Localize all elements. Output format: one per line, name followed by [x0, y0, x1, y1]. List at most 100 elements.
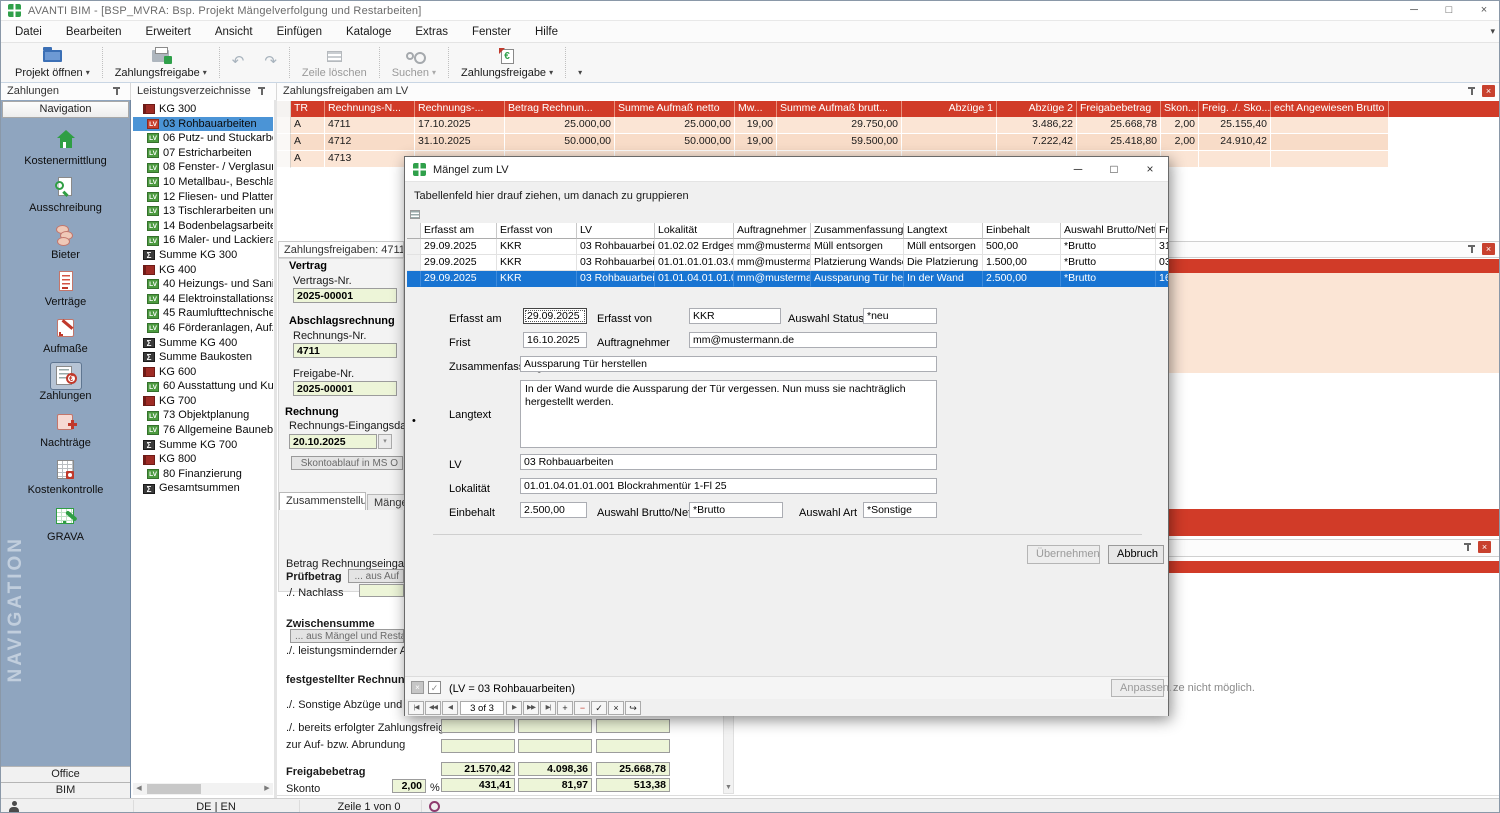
tree-item[interactable]: LV 46 Förderanlagen, Aufzugsa — [133, 321, 273, 336]
langtext-field[interactable]: In der Wand wurde die Aussparung der Tür… — [520, 380, 937, 448]
skonto-percent-field[interactable] — [392, 779, 426, 793]
scroll-down-icon[interactable]: ▼ — [724, 782, 733, 793]
pin-icon[interactable] — [257, 86, 266, 96]
tree-item[interactable]: KG 600 — [133, 365, 273, 380]
prev-page-button[interactable]: ◀◀ — [425, 701, 441, 715]
filter-checkbox[interactable]: ✓ — [428, 681, 441, 694]
tree-item[interactable]: Σ Gesamtsummen — [133, 481, 273, 496]
table-row[interactable]: A471117.10.202525.000,0025.000,0019,0029… — [277, 117, 1500, 134]
tree-item[interactable]: Σ Summe KG 400 — [133, 336, 273, 351]
project-open-button[interactable]: Projekt öffnen▾ — [5, 43, 100, 82]
nachlass-field[interactable] — [359, 584, 404, 597]
dialog-close-button[interactable]: × — [1132, 157, 1168, 182]
tree-item[interactable]: LV 06 Putz- und Stuckarbeiten, — [133, 131, 273, 146]
scroll-left-icon[interactable]: ◀ — [133, 783, 145, 795]
pin-icon[interactable] — [1467, 86, 1476, 96]
column-header[interactable]: Abzüge 2 — [997, 101, 1077, 117]
anpassen-button[interactable]: Anpassen... — [1111, 679, 1164, 697]
bereits-value-3[interactable] — [596, 719, 670, 733]
column-header[interactable]: Auftragnehmer — [734, 223, 811, 239]
toolbar-options-button[interactable]: ▾ — [568, 43, 592, 82]
auswahl-art-field[interactable] — [863, 502, 937, 518]
sidebar-item[interactable]: Kostenermittlung — [1, 124, 130, 171]
einbehalt-field[interactable] — [520, 502, 587, 518]
restore-button[interactable]: □ — [1432, 1, 1466, 21]
column-header[interactable]: Freigabebetrag — [1077, 101, 1161, 117]
grid-handle-icon[interactable] — [410, 210, 420, 219]
sidebar-item[interactable]: Nachträge — [1, 406, 130, 453]
pin-icon[interactable] — [112, 86, 121, 96]
tree-item[interactable]: LV 08 Fenster- / Verglasungs- / — [133, 160, 273, 175]
skontoablauf-button[interactable]: Skontoablauf in MS O — [291, 456, 403, 470]
erfasst-von-field[interactable] — [689, 308, 781, 324]
tree-item[interactable]: LV 13 Tischlerarbeiten und Inn — [133, 204, 273, 219]
panel-caption-leistungsverzeichnisse[interactable]: Leistungsverzeichnisse — [131, 83, 277, 100]
column-header[interactable] — [407, 223, 421, 239]
tree-item[interactable]: Σ Summe KG 700 — [133, 438, 273, 453]
sidebar-item[interactable]: Ausschreibung — [1, 171, 130, 218]
column-header[interactable]: LV — [577, 223, 655, 239]
table-row[interactable]: 29.09.2025KKR03 Rohbauarbeiter01.02.02 E… — [407, 239, 1168, 255]
refresh-button[interactable]: ↪ — [625, 701, 641, 715]
tree-item[interactable]: LV 44 Elektroinstallationsarbeit — [133, 292, 273, 307]
menu-einfuegen[interactable]: Einfügen — [277, 26, 322, 38]
lokalitaet-field[interactable] — [520, 478, 937, 494]
table-row[interactable]: 29.09.2025KKR03 Rohbauarbeiter01.01.04.0… — [407, 271, 1168, 287]
delete-row-button[interactable]: Zeile löschen — [292, 43, 377, 82]
column-header[interactable]: Abzüge 1 — [902, 101, 997, 117]
tree-item[interactable]: KG 700 — [133, 394, 273, 409]
column-header[interactable]: Langtext — [904, 223, 983, 239]
column-header[interactable]: Freig. ./. Sko... — [1199, 101, 1271, 117]
column-header[interactable]: TR — [291, 101, 325, 117]
tree-item[interactable]: Σ Summe Baukosten — [133, 350, 273, 365]
tree-item[interactable]: LV 14 Bodenbelagsarbeiten — [133, 219, 273, 234]
next-page-button[interactable]: ▶▶ — [523, 701, 539, 715]
freigabe-nr-field[interactable] — [293, 381, 397, 396]
scrollbar-thumb[interactable] — [147, 784, 201, 794]
chevron-down-icon[interactable]: ▾ — [549, 68, 553, 77]
next-record-button[interactable]: ▶ — [506, 701, 522, 715]
freigabebetrag-value-2[interactable] — [518, 762, 592, 776]
tree-item[interactable]: LV 76 Allgemeine Baunebenko — [133, 423, 273, 438]
payment-release-euro-button[interactable]: € Zahlungsfreigabe▾ — [451, 43, 563, 82]
tree-item[interactable]: LV 45 Raumlufttechnische Anla — [133, 306, 273, 321]
skonto-value-2[interactable] — [518, 778, 592, 792]
brutto-netto-field[interactable] — [689, 502, 783, 518]
navigation-header[interactable]: Navigation — [2, 101, 129, 118]
rundung-value-2[interactable] — [518, 739, 592, 753]
panel-caption-zahlungsfreigaben[interactable]: Zahlungsfreigaben am LV — [277, 83, 1500, 100]
tab-zusammenstellung[interactable]: Zusammenstellung — [279, 492, 366, 510]
eingangsdatum-field[interactable] — [289, 434, 377, 449]
payment-release-print-button[interactable]: Zahlungsfreigabe▾ — [105, 43, 217, 82]
redo-button[interactable]: ↷ — [254, 43, 287, 82]
tree-item[interactable]: KG 800 — [133, 452, 273, 467]
sidebar-item[interactable]: Verträge — [1, 265, 130, 312]
column-header[interactable]: Einbehalt — [983, 223, 1061, 239]
column-header[interactable]: Fris — [1156, 223, 1168, 239]
column-header[interactable]: Zusammenfassung — [811, 223, 904, 239]
pin-icon[interactable] — [1463, 542, 1472, 552]
office-button[interactable]: Office — [1, 766, 130, 782]
column-header[interactable]: Erfasst von — [497, 223, 577, 239]
auftragnehmer-field[interactable] — [689, 332, 937, 348]
menu-kataloge[interactable]: Kataloge — [346, 26, 391, 38]
rechnungs-nr-field[interactable] — [293, 343, 397, 358]
column-header[interactable]: Summe Aufmaß netto — [615, 101, 735, 117]
table-row[interactable]: A471231.10.202550.000,0050.000,0019,0059… — [277, 134, 1500, 151]
release-panel-header[interactable]: Zahlungsfreigaben: 4711 — [278, 241, 404, 258]
menu-datei[interactable]: Datei — [15, 26, 42, 38]
abbruch-button[interactable]: Abbruch — [1108, 545, 1164, 564]
language-indicator[interactable]: DE | EN — [171, 801, 261, 813]
column-header[interactable]: Erfasst am — [421, 223, 497, 239]
column-header[interactable]: Summe Aufmaß brutt... — [777, 101, 902, 117]
column-header[interactable]: Auswahl Brutto/Netto — [1061, 223, 1156, 239]
column-header[interactable]: Skon... — [1161, 101, 1199, 117]
rundung-value-1[interactable] — [441, 739, 515, 753]
skonto-value-3[interactable] — [596, 778, 670, 792]
panel-close-icon[interactable]: × — [1478, 541, 1491, 553]
column-header[interactable]: Rechnungs-... — [415, 101, 505, 117]
tree-item[interactable]: LV 80 Finanzierung — [133, 467, 273, 482]
combo-arrow-icon[interactable]: ▾ — [378, 434, 392, 449]
bereits-value-2[interactable] — [518, 719, 592, 733]
sidebar-item[interactable]: Aufmaße — [1, 312, 130, 359]
